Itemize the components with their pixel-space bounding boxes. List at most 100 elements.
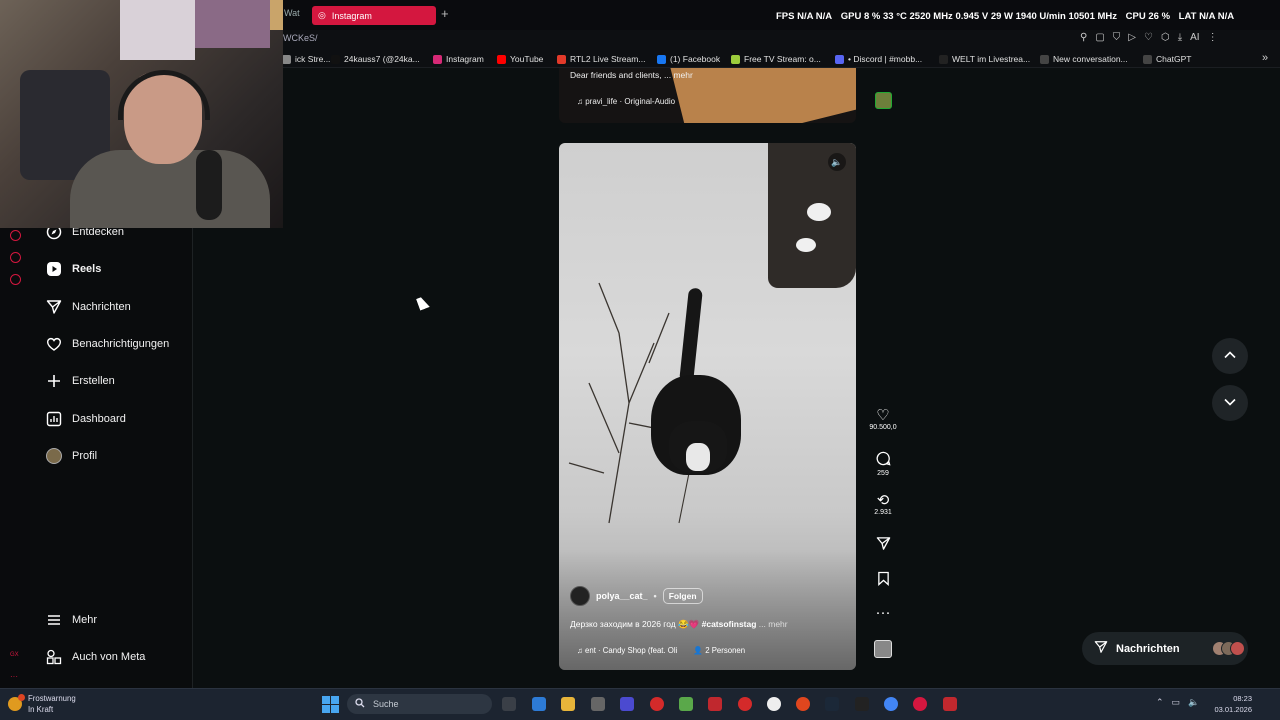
gx-icon[interactable]: GX [10,652,19,658]
app-icon[interactable] [708,697,722,711]
url-field[interactable]: WCKeS/ [283,33,318,43]
epic-games-icon[interactable] [855,697,869,711]
pin-icon[interactable]: ⚲ [1080,32,1087,43]
sidebar-item-label: Mehr [72,614,98,626]
windows-start-icon[interactable] [322,696,339,713]
heart-icon[interactable]: ♡ [1144,32,1153,43]
obs-icon[interactable] [767,697,781,711]
calculator-icon[interactable] [532,697,546,711]
next-reel-button[interactable] [1212,385,1248,421]
sidebar-item-dashboard[interactable]: Dashboard [46,409,126,429]
bookmark-item[interactable]: (1) Facebook [657,54,720,64]
sidebar-item-reels[interactable]: Reels [46,259,101,279]
record-icon[interactable] [738,697,752,711]
more-dots-icon[interactable]: ··· [10,672,18,681]
speaker-icon[interactable]: 🔈 [828,153,846,171]
steam-icon[interactable] [825,697,839,711]
comment-button[interactable]: 259 [868,451,898,477]
chevron-down-icon [1223,395,1237,412]
bookmark-favicon-icon [835,54,844,64]
chevron-right-icon[interactable]: » [1262,52,1268,64]
history-icon[interactable] [10,230,21,241]
chrome-icon[interactable] [884,697,898,711]
bookmark-item[interactable]: • Discord | #mobb... [835,54,922,64]
audio-thumbnail[interactable] [874,640,892,658]
bookmark-item[interactable]: WELT im Livestrea... [939,54,1030,64]
avatar[interactable] [570,586,590,606]
clock[interactable]: 08:23 03.01.2026 [1212,693,1252,715]
app-icon[interactable] [943,697,957,711]
audio-thumbnail[interactable] [875,92,892,109]
bookmark-item[interactable]: RTL2 Live Stream... [557,54,645,64]
vegas-icon[interactable] [620,697,634,711]
previous-reel-audio[interactable]: ♫ pravi_life · Original-Audio [577,97,675,106]
sidebar-item-erstellen[interactable]: Erstellen [46,371,115,391]
bookmark-label: • Discord | #mobb... [848,54,923,64]
address-bar-icons: ⚲ ▢ ⛉ ▷ ♡ ⬡ ⤓ AI ⋮ [1080,32,1218,43]
menu-icon[interactable]: ⋮ [1208,32,1218,43]
new-tab-button[interactable]: + [441,6,449,21]
send-icon [46,299,62,315]
bookmark-favicon-icon [433,54,442,64]
clock-date: 03.01.2026 [1214,705,1252,714]
app-icon[interactable] [650,697,664,711]
minecraft-icon[interactable] [679,697,693,711]
tab-watch[interactable]: Wat [284,8,300,18]
save-button[interactable] [868,571,898,590]
chevron-up-icon[interactable]: ⌃ [1156,697,1164,708]
sidebar-item-auch-von-meta[interactable]: Auch von Meta [46,647,145,667]
bookmark-label: RTL2 Live Stream... [570,54,646,64]
extensions-icon[interactable]: ⬡ [1161,32,1170,43]
repost-button[interactable]: ⟲ 2.931 [868,493,898,517]
reel-video[interactable]: 🔈 polya__cat_ • Folgen Дерзко заходим в … [559,143,856,670]
previous-reel-caption: Dear friends and clients, ... mehr [570,70,693,80]
tab-instagram[interactable]: ◎ Instagram [312,6,436,25]
settings-icon[interactable] [10,274,21,285]
sidebar-item-profil[interactable]: Profil [46,446,97,466]
ai-icon[interactable]: AI [1190,32,1199,43]
bookmark-item[interactable]: ick Stre... [282,54,330,64]
previous-reel-button[interactable] [1212,338,1248,374]
reel-audio-link[interactable]: ♫ ent · Candy Shop (feat. Oli [577,646,677,655]
play-icon[interactable]: ▷ [1128,32,1136,43]
network-icon[interactable]: ▭ [1172,697,1181,708]
extension-icon[interactable] [10,252,21,263]
search-placeholder: Suche [373,699,399,709]
follow-button[interactable]: Folgen [662,588,703,604]
bookmark-item[interactable]: Instagram [433,54,484,64]
messages-button[interactable]: Nachrichten [1082,632,1248,665]
task-view-icon[interactable] [502,697,516,711]
shield-icon[interactable]: ⛉ [1113,32,1121,43]
bookmark-label: Free TV Stream: o... [744,54,821,64]
opera-gx-icon[interactable] [913,697,927,711]
taskbar-search[interactable]: Suche [347,694,492,714]
sidebar-item-nachrichten[interactable]: Nachrichten [46,297,131,317]
like-button[interactable]: ♡ 90.500,0 [868,408,898,432]
file-explorer-icon[interactable] [561,697,575,711]
bookmark-item[interactable]: Free TV Stream: o... [731,54,821,64]
more-options-button[interactable]: ··· [868,605,898,621]
reel-caption-hashtag[interactable]: #catsofinstag [702,619,757,629]
bookmark-favicon-icon [731,54,740,64]
snapshot-icon[interactable]: ▢ [1095,32,1104,43]
comment-icon [876,451,891,470]
bookmark-label: ChatGPT [1156,54,1192,64]
reel-username[interactable]: polya__cat_ [596,591,648,601]
bookmark-item[interactable]: YouTube [497,54,543,64]
share-button[interactable] [868,536,898,555]
bookmark-item[interactable]: 24kauss7 (@24ka... [331,54,420,64]
volume-icon[interactable]: 🔈 [1188,697,1199,708]
mouse-app-icon[interactable] [591,697,605,711]
app-icon[interactable] [796,697,810,711]
caption-more-link[interactable]: ... mehr [759,619,788,629]
bookmark-item[interactable]: New conversation... [1040,54,1128,64]
tagged-people[interactable]: 👤 2 Personen [693,646,745,655]
download-icon[interactable]: ⤓ [1178,32,1182,43]
lat-stat: LAT N/A N/A [1178,11,1235,22]
sidebar-item-mehr[interactable]: Mehr [46,610,97,630]
bookmark-item[interactable]: ChatGPT [1143,54,1191,64]
sidebar-item-benachrichtigungen[interactable]: Benachrichtigungen [46,334,169,354]
weather-widget[interactable]: Frostwarnung In Kraft [8,693,76,715]
previous-reel[interactable]: Dear friends and clients, ... mehr ♫ pra… [559,68,856,123]
system-tray: ⌃ ▭ 🔈 [1156,697,1199,708]
